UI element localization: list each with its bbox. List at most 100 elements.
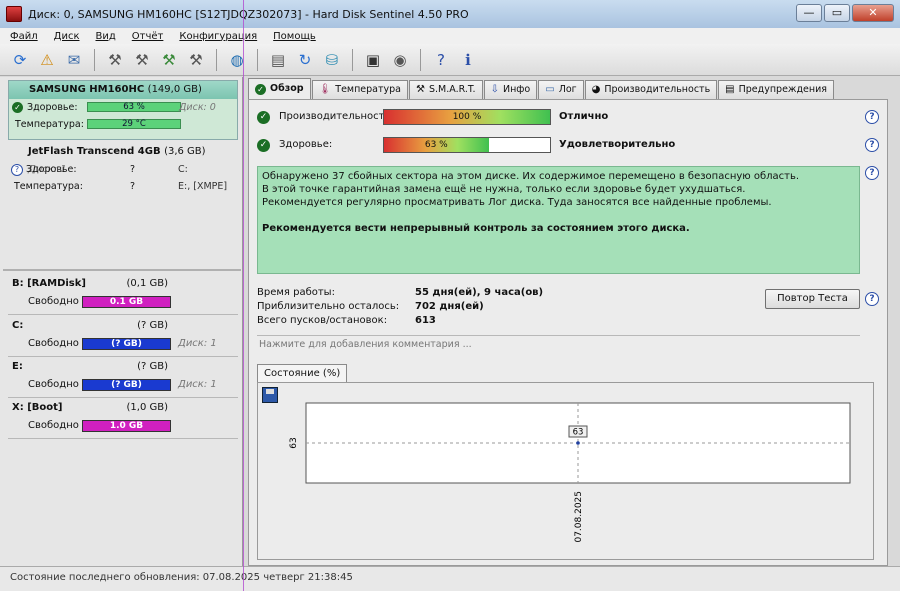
mail-icon[interactable]: ✉ (62, 48, 86, 72)
free-space-bar: (? GB) (82, 379, 171, 391)
document-icon[interactable]: ▤ (266, 48, 290, 72)
surface-test-icon[interactable]: ⚒ (103, 48, 127, 72)
message-recommendation: Рекомендуется вести непрерывный контроль… (262, 223, 690, 234)
message-line: Обнаружено 37 сбойных сектора на этом ди… (262, 171, 800, 182)
health-label: Здоровье: (279, 139, 333, 150)
info-arrow-icon: ⇩ (490, 84, 499, 95)
disk-item-jetflash[interactable]: JetFlash Transcend 4GB (3,6 GB) Диск: 1 … (8, 143, 238, 201)
disk-size: (149,0 GB) (147, 84, 202, 95)
starts-value: 613 (415, 315, 436, 326)
network-icon[interactable]: ⛁ (320, 48, 344, 72)
window-title: Диск: 0, SAMSUNG HM160HC [S12TJDQZ302073… (28, 7, 469, 21)
menu-configuration[interactable]: Конфигурация (179, 31, 257, 42)
help-icon[interactable]: ? (865, 166, 879, 180)
tab-overview[interactable]: ✓ Обзор (248, 78, 311, 99)
tab-performance[interactable]: ◕ Производительность (584, 80, 718, 99)
minimize-button[interactable]: — (796, 4, 822, 22)
disk-name: SAMSUNG HM160HC (29, 84, 145, 95)
comment-input[interactable]: Нажмите для добавления комментария ... (259, 339, 472, 350)
volume-item[interactable]: X: [Boot] (1,0 GB) Свободно 1.0 GB (8, 399, 238, 439)
alert-disk-icon[interactable]: ⚠ (35, 48, 59, 72)
repeat-test-button[interactable]: Повтор Теста (765, 289, 860, 309)
performance-row: ✓ Производительность: 100 % Отлично (257, 108, 877, 126)
performance-bar: 100 % (383, 109, 551, 125)
volume-item[interactable]: C: (? GB) Свободно (? GB) Диск: 1 (8, 317, 238, 357)
globe-icon[interactable]: ◍ (225, 48, 249, 72)
ok-check-icon: ✓ (12, 102, 23, 113)
free-label: Свободно (28, 338, 79, 349)
volume-name: C: (12, 320, 24, 331)
menu-disk[interactable]: Диск (54, 31, 80, 42)
acoustic-icon[interactable]: ◉ (388, 48, 412, 72)
menu-view[interactable]: Вид (96, 31, 116, 42)
disk-name: JetFlash Transcend 4GB (28, 146, 161, 157)
help-icon[interactable]: ? (429, 48, 453, 72)
extended-test-icon[interactable]: ⚒ (157, 48, 181, 72)
volume-size: (1,0 GB) (126, 402, 169, 413)
maximize-button[interactable]: ▭ (824, 4, 850, 22)
disk-size: (3,6 GB) (164, 146, 206, 157)
volume-disk: Диск: 1 (178, 379, 217, 390)
log-icon: ▭ (545, 84, 555, 95)
health-row: ✓ Здоровье: 63 % Удовлетворительно (257, 136, 877, 154)
help-icon[interactable]: ? (865, 110, 879, 124)
volume-name: X: [Boot] (12, 402, 63, 413)
overview-panel: ✓ Производительность: 100 % Отлично ? ✓ … (248, 99, 888, 566)
health-bar: 63 % (87, 102, 181, 112)
tab-smart[interactable]: ⚒ S.M.A.R.T. (409, 80, 483, 99)
health-chart: 63 07.08.2025 63 (289, 402, 851, 543)
health-label: Здоровье: (26, 164, 77, 175)
menu-file[interactable]: Файл (10, 31, 38, 42)
data-label: 63 (573, 428, 584, 438)
short-test-icon[interactable]: ⚒ (130, 48, 154, 72)
tools-icon: ⚒ (416, 84, 425, 95)
health-label: Здоровье: (27, 102, 78, 113)
tab-health-history[interactable]: Состояние (%) (257, 364, 348, 383)
ok-check-icon: ✓ (255, 83, 266, 95)
y-tick-label: 63 (289, 437, 299, 448)
data-point (576, 441, 580, 445)
volume-name: B: [RAMDisk] (12, 278, 86, 289)
volume-letter: C: (178, 164, 188, 175)
disk-stats: Время работы: 55 дня(ей), 9 часа(ов) Приб… (257, 286, 657, 328)
free-space-bar: (? GB) (82, 338, 171, 350)
temperature-value: ? (130, 181, 136, 192)
menu-help[interactable]: Помощь (273, 31, 316, 42)
help-icon[interactable]: ? (865, 292, 879, 306)
remaining-label: Приблизительно осталось: (257, 301, 400, 312)
free-label: Свободно (28, 379, 79, 390)
tab-info[interactable]: ⇩ Инфо (483, 80, 538, 99)
free-label: Свободно (28, 296, 79, 307)
free-space-bar: 0.1 GB (82, 296, 171, 308)
tab-warnings[interactable]: ▤ Предупреждения (718, 80, 834, 99)
app-icon (6, 6, 22, 22)
disk-header: JetFlash Transcend 4GB (3,6 GB) Диск: 1 (8, 143, 238, 175)
temperature-bar: 29 °C (87, 119, 181, 129)
help-icon[interactable]: ? (865, 138, 879, 152)
uptime-value: 55 дня(ей), 9 часа(ов) (415, 287, 544, 298)
sync-icon[interactable]: ↻ (293, 48, 317, 72)
volume-letters: E:, [XMPE] (178, 181, 228, 192)
refresh-icon[interactable]: ⟳ (8, 48, 32, 72)
performance-label: Производительность: (279, 111, 394, 122)
health-chart-panel: 63 07.08.2025 63 (257, 382, 874, 560)
health-value: ? (130, 164, 136, 175)
main-tabs: ✓ Обзор 🌡 Температура ⚒ S.M.A.R.T. ⇩ Инфо ▭ Л… (248, 78, 835, 99)
tab-temperature[interactable]: 🌡 Температура (311, 80, 408, 99)
menu-report[interactable]: Отчёт (132, 31, 164, 42)
uptime-label: Время работы: (257, 287, 335, 298)
info-icon[interactable]: ℹ (456, 48, 480, 72)
disk-test-icon[interactable]: ⚒ (184, 48, 208, 72)
tab-log[interactable]: ▭ Лог (538, 80, 584, 99)
volume-item[interactable]: E: (? GB) Свободно (? GB) Диск: 1 (8, 358, 238, 398)
monitor-icon[interactable]: ▣ (361, 48, 385, 72)
health-status: Удовлетворительно (559, 139, 676, 150)
health-bar: 63 % (383, 137, 551, 153)
free-space-bar: 1.0 GB (82, 420, 171, 432)
close-button[interactable]: ✕ (852, 4, 894, 22)
health-bar-fill: 63 % (384, 138, 489, 152)
disk-item-samsung[interactable]: SAMSUNG HM160HC (149,0 GB) ✓ Здоровье: 6… (8, 80, 238, 140)
volume-size: (? GB) (137, 361, 168, 372)
volume-size: (0,1 GB) (126, 278, 169, 289)
volume-item[interactable]: B: [RAMDisk] (0,1 GB) Свободно 0.1 GB (8, 275, 238, 315)
